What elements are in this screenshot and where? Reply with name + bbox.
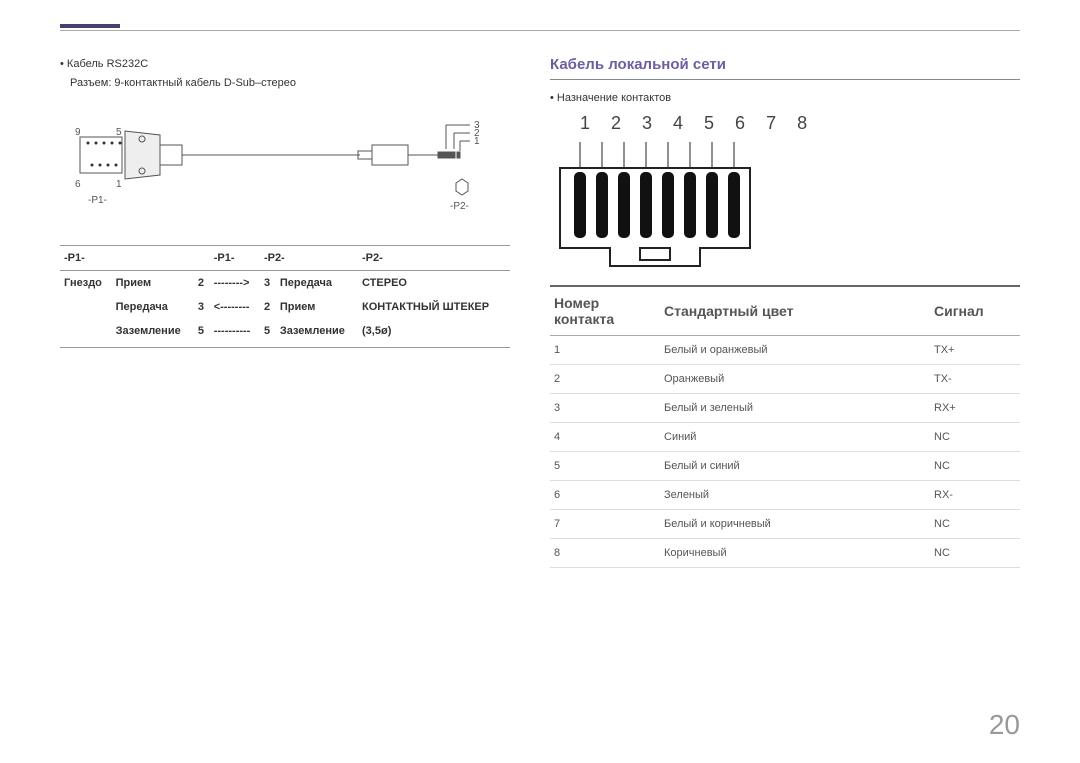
table-row: Гнездо Прием 2 --------> 3 Передача СТЕР… — [60, 271, 510, 296]
cell: Белый и синий — [660, 451, 930, 480]
cell: 3 — [260, 271, 276, 296]
cell: 2 — [260, 295, 276, 319]
rj45-figure: 1 2 3 4 5 6 7 8 — [550, 113, 1020, 273]
page-body: Кабель RS232C Разъем: 9-контактный кабел… — [0, 0, 1080, 568]
cell: КОНТАКТНЫЙ ШТЕКЕР — [358, 295, 510, 319]
cell: Прием — [112, 271, 194, 296]
cell: TX- — [930, 364, 1020, 393]
fig-label-p1: -P1- — [88, 195, 107, 206]
cell: --------> — [210, 271, 260, 296]
page-number: 20 — [989, 709, 1020, 741]
lan-pin-table: Номер контакта Стандартный цвет Сигнал 1… — [550, 285, 1020, 568]
cell: NC — [930, 509, 1020, 538]
fig-label-9: 9 — [75, 127, 81, 138]
rs232-pin-table: -P1- -P1- -P2- -P2- Гнездо Прием 2 -----… — [60, 245, 510, 348]
cell: TX+ — [930, 335, 1020, 364]
cell: Заземление — [276, 319, 358, 348]
cell: 8 — [550, 538, 660, 567]
cell: 2 — [550, 364, 660, 393]
cell: 5 — [260, 319, 276, 348]
cell: NC — [930, 538, 1020, 567]
th-pin-number: Номер контакта — [550, 286, 660, 336]
cell: Белый и коричневый — [660, 509, 930, 538]
right-column: Кабель локальной сети Назначение контакт… — [550, 32, 1020, 568]
fig-label-5: 5 — [116, 127, 122, 138]
cell: Оранжевый — [660, 364, 930, 393]
fig-label-1: 1 — [116, 179, 122, 190]
rs232-cable-figure: 9 5 6 1 -P1- 3 2 1 -P2- — [60, 105, 510, 235]
table-row: 2ОранжевыйTX- — [550, 364, 1020, 393]
cell: Зеленый — [660, 480, 930, 509]
cell: Передача — [112, 295, 194, 319]
rj45-pin-numbers: 1 2 3 4 5 6 7 8 — [580, 113, 1020, 134]
header-rule — [60, 30, 1020, 31]
table-row: 8КоричневыйNC — [550, 538, 1020, 567]
th-color: Стандартный цвет — [660, 286, 930, 336]
cell: 5 — [550, 451, 660, 480]
pin-assignment-label: Назначение контактов — [550, 90, 1020, 107]
table-row: 3Белый и зеленыйRX+ — [550, 393, 1020, 422]
cell: Прием — [276, 295, 358, 319]
cell: 3 — [550, 393, 660, 422]
cell: Гнездо — [60, 271, 112, 296]
cell: 5 — [194, 319, 210, 348]
table-row: 4СинийNC — [550, 422, 1020, 451]
table-row: 7Белый и коричневыйNC — [550, 509, 1020, 538]
th-p2b: -P2- — [358, 246, 510, 271]
cell: <-------- — [210, 295, 260, 319]
table-row: Заземление 5 ---------- 5 Заземление (3,… — [60, 319, 510, 348]
th-p2: -P2- — [260, 246, 358, 271]
th-p1b: -P1- — [210, 246, 260, 271]
cell: (3,5ø) — [358, 319, 510, 348]
cell: ---------- — [210, 319, 260, 348]
cell: 1 — [550, 335, 660, 364]
cell: NC — [930, 451, 1020, 480]
cell: NC — [930, 422, 1020, 451]
cell: RX+ — [930, 393, 1020, 422]
chapter-bar — [60, 24, 120, 28]
fig-label-p2: -P2- — [450, 201, 469, 212]
cell: Синий — [660, 422, 930, 451]
cell: 7 — [550, 509, 660, 538]
cell: 4 — [550, 422, 660, 451]
cell: 2 — [194, 271, 210, 296]
table-row: 5Белый и синийNC — [550, 451, 1020, 480]
cell: 6 — [550, 480, 660, 509]
cell: СТЕРЕО — [358, 271, 510, 296]
fig-label-6: 6 — [75, 179, 81, 190]
cell: 3 — [194, 295, 210, 319]
cell: RX- — [930, 480, 1020, 509]
table-row: 1Белый и оранжевыйTX+ — [550, 335, 1020, 364]
th-p1: -P1- — [60, 246, 210, 271]
th-signal: Сигнал — [930, 286, 1020, 336]
cell: Белый и оранжевый — [660, 335, 930, 364]
left-column: Кабель RS232C Разъем: 9-контактный кабел… — [60, 32, 510, 568]
cell: Заземление — [112, 319, 194, 348]
cell: Коричневый — [660, 538, 930, 567]
connector-description: Разъем: 9-контактный кабель D-Sub–стерео — [70, 75, 510, 92]
cell: Белый и зеленый — [660, 393, 930, 422]
cell: Передача — [276, 271, 358, 296]
lan-heading: Кабель локальной сети — [550, 56, 1020, 80]
fig-jack-1: 1 — [474, 136, 480, 147]
table-row: 6ЗеленыйRX- — [550, 480, 1020, 509]
table-row: Передача 3 <-------- 2 Прием КОНТАКТНЫЙ … — [60, 295, 510, 319]
cable-title: Кабель RS232C — [60, 56, 510, 73]
